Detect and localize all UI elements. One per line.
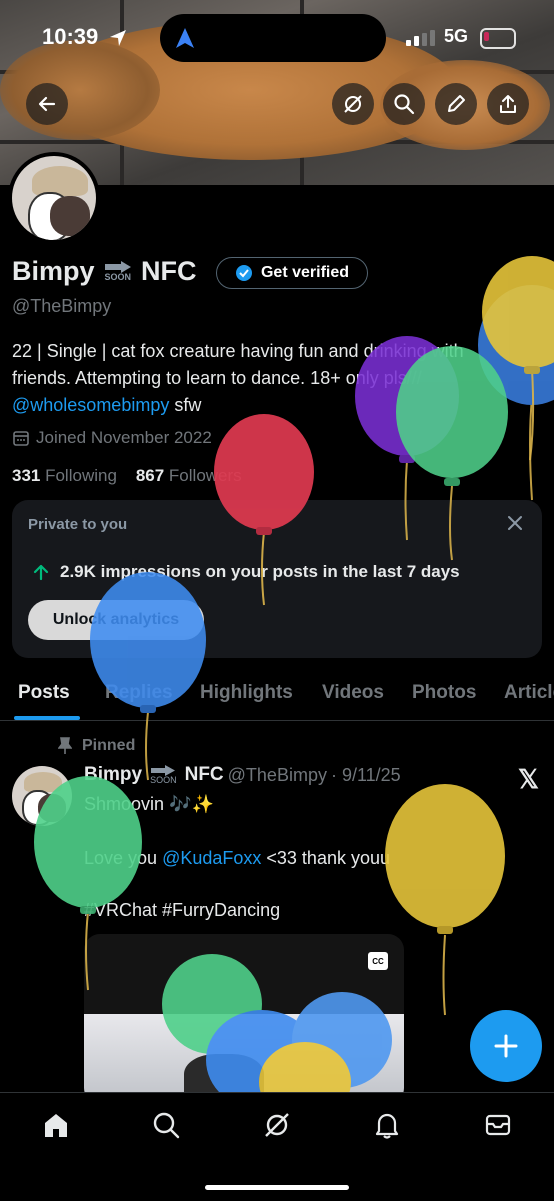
tab-posts[interactable]: Posts	[18, 682, 70, 704]
x-logo-icon: 𝕏	[518, 764, 539, 794]
search-icon	[153, 1112, 180, 1139]
follow-stats: 331 Following 867 Followers	[12, 466, 242, 486]
edit-icon	[448, 95, 465, 112]
status-time: 10:39	[42, 24, 99, 49]
private-label: Private to you	[28, 516, 128, 533]
nav-notifications[interactable]	[369, 1107, 405, 1143]
back-arrow-icon	[38, 96, 56, 112]
tab-videos[interactable]: Videos	[322, 682, 384, 704]
back-button[interactable]	[26, 83, 68, 125]
nav-messages[interactable]	[480, 1107, 516, 1143]
post-author-handle[interactable]: @TheBimpy	[228, 765, 327, 786]
joined-date: Joined November 2022	[12, 428, 212, 448]
grok-button[interactable]	[332, 83, 374, 125]
post-author-avatar[interactable]	[12, 766, 72, 826]
name-part2: NFC	[141, 256, 197, 286]
post-date: · 9/11/25	[330, 764, 401, 785]
soon-badge: SOON	[104, 261, 132, 282]
grok-icon	[344, 95, 362, 113]
pinned-label: Pinned	[82, 737, 136, 754]
profile-handle: @TheBimpy	[12, 296, 112, 316]
post-mention-link[interactable]: @KudaFoxx	[162, 848, 261, 868]
home-indicator	[205, 1185, 349, 1190]
bio-line1: 22 | Single | cat fox creature having fu…	[12, 341, 464, 361]
close-icon[interactable]	[504, 512, 526, 534]
impressions-text: 2.9K impressions on your posts in the la…	[60, 562, 460, 581]
share-icon	[500, 95, 516, 113]
post-hashtags[interactable]: #VRChat #FurryDancing	[84, 900, 280, 921]
get-verified-button[interactable]: Get verified	[216, 257, 368, 289]
nav-grok[interactable]	[259, 1107, 295, 1143]
navigation-arrow-icon	[176, 28, 194, 48]
analytics-card: Private to you 2.9K impressions on your …	[12, 500, 542, 658]
calendar-icon	[13, 431, 29, 446]
get-verified-label: Get verified	[260, 264, 350, 281]
captions-icon[interactable]: CC	[368, 952, 388, 970]
nav-search[interactable]	[148, 1107, 184, 1143]
post-header: Bimpy SOON NFC @TheBimpy · 9/11/25	[84, 764, 401, 786]
nav-home[interactable]	[38, 1107, 74, 1143]
pin-icon	[58, 737, 72, 754]
tab-photos[interactable]: Photos	[412, 682, 476, 704]
edit-button[interactable]	[435, 83, 477, 125]
messages-icon	[485, 1114, 511, 1136]
arrow-up-icon	[33, 564, 49, 581]
plus-icon	[494, 1034, 518, 1058]
tab-replies[interactable]: Replies	[105, 682, 173, 704]
post-author-part2[interactable]: NFC	[185, 764, 224, 786]
soon-label: SOON	[104, 272, 132, 282]
post-soon-label: SOON	[150, 775, 177, 785]
tab-highlights[interactable]: Highlights	[200, 682, 293, 704]
post-video[interactable]: CC	[84, 934, 404, 1104]
profile-avatar[interactable]	[8, 152, 100, 244]
bio-suffix: sfw	[169, 395, 202, 415]
profile-bio: 22 | Single | cat fox creature having fu…	[12, 338, 547, 419]
followers-label: Followers	[164, 466, 242, 485]
profile-name: Bimpy SOON NFC	[12, 256, 197, 287]
name-part1: Bimpy	[12, 256, 95, 286]
profile-tabs: Posts Replies Highlights Videos Photos A…	[0, 672, 554, 721]
following-link[interactable]: 331 Following	[12, 466, 117, 485]
tab-articles[interactable]: Articles	[504, 682, 554, 704]
bio-line2: friends. Attempting to learn to dance. 1…	[12, 368, 422, 388]
post-line1: Shmoovin 🎶✨	[84, 794, 214, 814]
following-count: 331	[12, 466, 41, 485]
search-button[interactable]	[383, 83, 425, 125]
post-line2-suffix: <33 thank youu	[261, 848, 390, 868]
post-soon-badge: SOON	[150, 765, 177, 785]
compose-button[interactable]	[470, 1010, 542, 1082]
active-tab-indicator	[14, 716, 80, 720]
joined-label: Joined November 2022	[36, 428, 212, 447]
notifications-icon	[375, 1113, 399, 1139]
impressions-row: 2.9K impressions on your posts in the la…	[32, 562, 460, 582]
post-line2-prefix: Love you	[84, 848, 163, 868]
following-label: Following	[40, 466, 117, 485]
verified-badge-icon	[235, 265, 252, 281]
dynamic-island	[160, 14, 386, 62]
status-bar: 10:39 5G	[0, 0, 554, 76]
followers-link[interactable]: 867 Followers	[136, 466, 242, 485]
share-button[interactable]	[487, 83, 529, 125]
post-author-part1[interactable]: Bimpy	[84, 764, 142, 786]
network-label: 5G	[444, 26, 469, 46]
bio-link[interactable]: @wholesomebimpy	[12, 395, 169, 415]
search-icon	[394, 94, 415, 115]
followers-count: 867	[135, 466, 165, 485]
grok-icon	[265, 1113, 289, 1137]
pinned-indicator: Pinned	[58, 737, 135, 755]
unlock-analytics-button[interactable]: Unlock analytics	[28, 600, 204, 640]
bottom-navigation	[0, 1092, 554, 1201]
signal-icon	[406, 30, 435, 46]
location-arrow-icon	[110, 30, 126, 46]
post-line2: Love you @KudaFoxx <33 thank youu	[84, 848, 390, 869]
battery-icon	[480, 28, 516, 49]
home-icon	[45, 1114, 67, 1137]
